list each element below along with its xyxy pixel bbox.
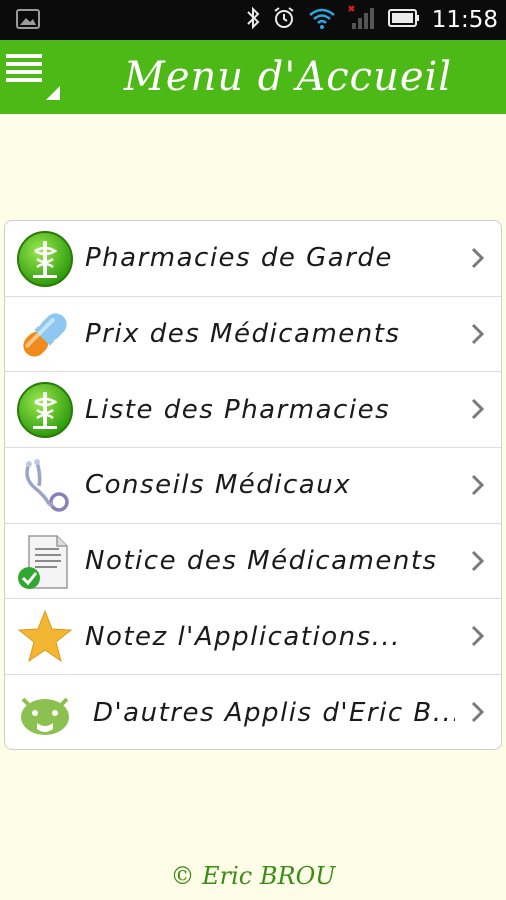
battery-icon bbox=[387, 8, 420, 32]
chevron-right-icon bbox=[471, 550, 485, 572]
menu-item-label: Conseils Médicaux bbox=[85, 470, 352, 501]
menu-item-label: Notez l'Applications... bbox=[85, 621, 401, 652]
wifi-icon bbox=[308, 6, 336, 34]
menu-item-label: D'autres Applis d'Eric B... bbox=[93, 697, 455, 728]
bluetooth-icon bbox=[246, 6, 260, 34]
menu-item-autres-applis[interactable]: D'autres Applis d'Eric B... bbox=[5, 675, 501, 749]
action-bar: Menu d'Accueil bbox=[0, 40, 506, 114]
chevron-right-icon bbox=[471, 247, 485, 269]
menu-item-notice-des-medicaments[interactable]: Notice des Médicaments bbox=[5, 524, 501, 600]
main-menu: Pharmacies de Garde Prix des Médicaments bbox=[4, 220, 502, 750]
signal-icon bbox=[347, 5, 376, 35]
menu-item-prix-des-medicaments[interactable]: Prix des Médicaments bbox=[5, 297, 501, 373]
document-check-icon bbox=[15, 532, 75, 592]
menu-item-label: Pharmacies de Garde bbox=[85, 243, 393, 274]
star-icon bbox=[15, 607, 75, 667]
chevron-right-icon bbox=[471, 474, 485, 496]
chevron-right-icon bbox=[471, 398, 485, 420]
hamburger-menu-icon[interactable] bbox=[6, 52, 62, 102]
menu-item-conseils-medicaux[interactable]: Conseils Médicaux bbox=[5, 448, 501, 524]
menu-item-label: Prix des Médicaments bbox=[85, 319, 401, 350]
status-bar: 11:58 bbox=[0, 0, 506, 40]
alarm-icon bbox=[272, 6, 296, 34]
menu-item-liste-des-pharmacies[interactable]: Liste des Pharmacies bbox=[5, 372, 501, 449]
copyright-footer: © Eric BROU bbox=[170, 862, 336, 890]
status-clock: 11:58 bbox=[431, 7, 498, 33]
pharmacy-caduceus-icon bbox=[15, 380, 75, 440]
stethoscope-icon bbox=[15, 456, 75, 516]
pill-capsule-icon bbox=[15, 305, 75, 365]
pharmacy-caduceus-icon bbox=[15, 229, 75, 289]
chevron-right-icon bbox=[471, 625, 485, 647]
menu-item-label: Notice des Médicaments bbox=[85, 546, 438, 577]
image-icon bbox=[16, 8, 40, 34]
menu-item-label: Liste des Pharmacies bbox=[85, 394, 391, 425]
chevron-right-icon bbox=[471, 323, 485, 345]
menu-item-pharmacies-de-garde[interactable]: Pharmacies de Garde bbox=[5, 221, 501, 297]
android-icon bbox=[15, 683, 75, 743]
chevron-right-icon bbox=[471, 701, 485, 723]
page-title: Menu d'Accueil bbox=[123, 54, 453, 100]
menu-item-notez-application[interactable]: Notez l'Applications... bbox=[5, 599, 501, 676]
